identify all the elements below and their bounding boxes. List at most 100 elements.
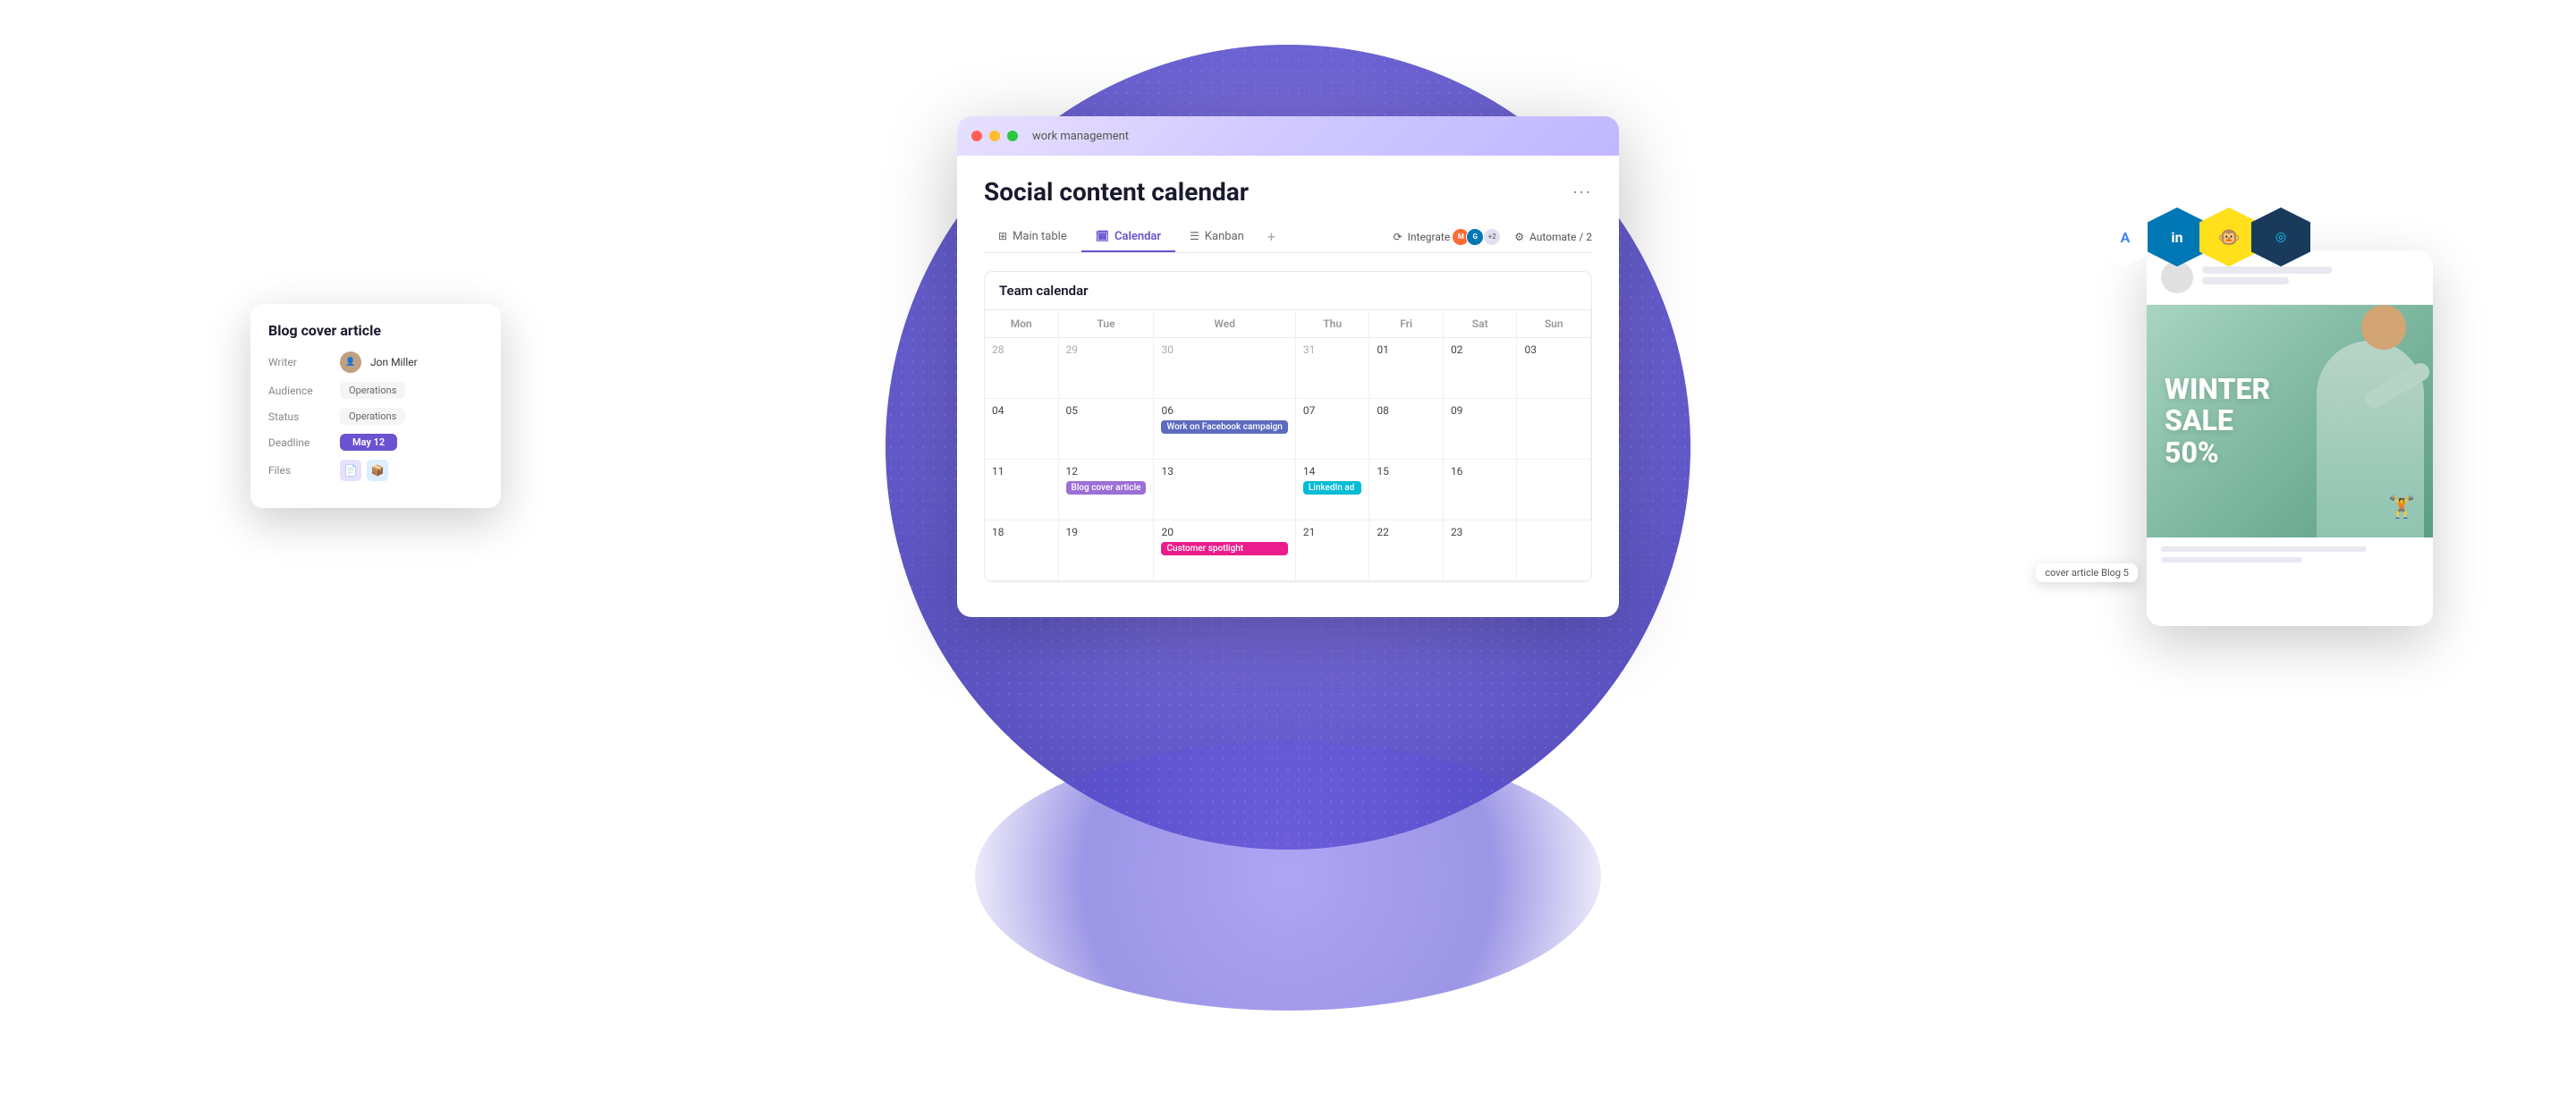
tabs-bar: ⊞ Main table 🗓 Calendar ☰ Kanban + ⟳ Int… xyxy=(984,221,1592,253)
cal-day-num: 16 xyxy=(1451,465,1510,478)
figure-head xyxy=(2361,305,2406,350)
table-icon: ⊞ xyxy=(998,230,1007,242)
writer-avatar: 👤 xyxy=(340,351,361,373)
cal-day-12[interactable]: 12 Blog cover article xyxy=(1059,460,1155,520)
blog-card-row-writer: Writer 👤 Jon Miller xyxy=(268,351,483,373)
cal-day-21[interactable]: 21 xyxy=(1296,520,1370,581)
cal-day-19[interactable]: 19 xyxy=(1059,520,1155,581)
cal-day-03[interactable]: 03 xyxy=(1517,338,1591,399)
cal-day-14[interactable]: 14 LinkedIn ad xyxy=(1296,460,1370,520)
blog-card-title: Blog cover article xyxy=(268,322,483,339)
cal-event-customer[interactable]: Customer spotlight xyxy=(1161,542,1287,555)
cal-day-num: 30 xyxy=(1161,343,1287,356)
blog-card-row-audience: Audience Operations xyxy=(268,382,483,399)
cal-day-15[interactable]: 15 xyxy=(1369,460,1444,520)
window-minimize-button[interactable] xyxy=(989,131,1000,141)
window-maximize-button[interactable] xyxy=(1007,131,1018,141)
calendar-icon: 🗓 xyxy=(1096,230,1109,242)
ad-bottom-line-2 xyxy=(2161,557,2302,563)
more-options-button[interactable]: ··· xyxy=(1572,182,1592,203)
cal-day-11[interactable]: 11 xyxy=(985,460,1059,520)
cal-day-num: 08 xyxy=(1377,404,1436,417)
ad-card-bottom xyxy=(2147,537,2433,577)
automate-icon: ⚙ xyxy=(1514,231,1524,243)
cal-day-20[interactable]: 20 Customer spotlight xyxy=(1154,520,1295,581)
cal-event-linkedin[interactable]: LinkedIn ad xyxy=(1303,481,1362,495)
tab-main-table[interactable]: ⊞ Main table xyxy=(984,223,1081,252)
cal-day-22[interactable]: 22 xyxy=(1369,520,1444,581)
cal-day-13[interactable]: 13 xyxy=(1154,460,1295,520)
hex-fourth[interactable]: ◎ xyxy=(2250,206,2312,268)
cal-day-08[interactable]: 08 xyxy=(1369,399,1444,460)
cal-day-28[interactable]: 28 xyxy=(985,338,1059,399)
cal-day-23[interactable]: 23 xyxy=(1444,520,1518,581)
int-plus: +2 xyxy=(1484,229,1500,245)
integration-avatars: M G +2 xyxy=(1455,228,1500,246)
cal-day-02[interactable]: 02 xyxy=(1444,338,1518,399)
cal-day-num: 23 xyxy=(1451,526,1510,538)
status-label: Status xyxy=(268,410,331,423)
writer-value: Jon Miller xyxy=(370,356,418,368)
cal-day-num: 03 xyxy=(1524,343,1583,356)
cal-day-29[interactable]: 29 xyxy=(1059,338,1155,399)
cal-day-06[interactable]: 06 Work on Facebook campaign xyxy=(1154,399,1295,460)
cal-day-31[interactable]: 31 xyxy=(1296,338,1370,399)
cal-day-num: 02 xyxy=(1451,343,1510,356)
cal-day-num: 29 xyxy=(1066,343,1147,356)
ad-line-2 xyxy=(2202,277,2289,284)
tab-kanban[interactable]: ☰ Kanban xyxy=(1175,223,1258,252)
tab-kanban-label: Kanban xyxy=(1205,230,1244,243)
files-label: Files xyxy=(268,464,331,477)
int-avatar-2: G xyxy=(1466,228,1484,246)
window-close-button[interactable] xyxy=(971,131,982,141)
cal-day-num: 18 xyxy=(992,526,1051,538)
integrate-action[interactable]: ⟳ Integrate M G +2 xyxy=(1394,228,1501,246)
cal-day-empty-3 xyxy=(1517,520,1591,581)
cal-day-09[interactable]: 09 xyxy=(1444,399,1518,460)
calendar-grid: Mon Tue Wed Thu Fri Sat Sun 28 29 30 31 … xyxy=(985,310,1591,581)
hex-icon-group: A in 🐵 ◎ xyxy=(2105,206,2312,268)
writer-label: Writer xyxy=(268,356,331,368)
blog-card-row-files: Files 📄 📦 xyxy=(268,460,483,481)
kanban-icon: ☰ xyxy=(1190,230,1199,242)
integrate-label: Integrate xyxy=(1408,231,1451,243)
cal-day-30[interactable]: 30 xyxy=(1154,338,1295,399)
tab-calendar[interactable]: 🗓 Calendar xyxy=(1081,223,1175,252)
blog5-tag: cover article Blog 5 xyxy=(2036,563,2138,582)
file-icon-dropbox[interactable]: 📦 xyxy=(367,460,388,481)
app-header: Social content calendar ··· xyxy=(984,177,1592,207)
cal-header-mon: Mon xyxy=(985,310,1059,338)
cal-event-facebook[interactable]: Work on Facebook campaign xyxy=(1161,420,1287,434)
tab-actions: ⟳ Integrate M G +2 ⚙ Automate / 2 xyxy=(1394,228,1592,246)
tab-add-button[interactable]: + xyxy=(1258,221,1284,252)
cal-day-num: 13 xyxy=(1161,465,1287,478)
app-content: Social content calendar ··· ⊞ Main table… xyxy=(957,156,1619,600)
cal-day-01[interactable]: 01 xyxy=(1369,338,1444,399)
files-container: 📄 📦 xyxy=(340,460,388,481)
cal-day-num: 28 xyxy=(992,343,1051,356)
cal-day-num: 04 xyxy=(992,404,1051,417)
cal-day-empty-2 xyxy=(1517,460,1591,520)
ad-dumbbell-icon: 🏋️ xyxy=(2388,495,2415,520)
deadline-label: Deadline xyxy=(268,436,331,449)
cal-day-num: 19 xyxy=(1066,526,1147,538)
app-window: work management Social content calendar … xyxy=(957,116,1619,617)
cal-day-num: 12 xyxy=(1066,465,1147,478)
cal-day-18[interactable]: 18 xyxy=(985,520,1059,581)
cal-day-16[interactable]: 16 xyxy=(1444,460,1518,520)
cal-day-05[interactable]: 05 xyxy=(1059,399,1155,460)
audience-value[interactable]: Operations xyxy=(340,382,405,399)
cal-day-num: 14 xyxy=(1303,465,1362,478)
cal-day-num: 11 xyxy=(992,465,1051,478)
cal-header-fri: Fri xyxy=(1369,310,1444,338)
cal-day-04[interactable]: 04 xyxy=(985,399,1059,460)
ad-bottom-line-1 xyxy=(2161,546,2367,552)
cal-event-blog[interactable]: Blog cover article xyxy=(1066,481,1147,495)
automate-action[interactable]: ⚙ Automate / 2 xyxy=(1514,231,1592,243)
blog-card-row-deadline: Deadline May 12 xyxy=(268,434,483,451)
deadline-value[interactable]: May 12 xyxy=(340,434,397,451)
status-value[interactable]: Operations xyxy=(340,408,405,425)
file-icon-monday[interactable]: 📄 xyxy=(340,460,361,481)
window-title: work management xyxy=(1032,130,1129,143)
cal-day-07[interactable]: 07 xyxy=(1296,399,1370,460)
